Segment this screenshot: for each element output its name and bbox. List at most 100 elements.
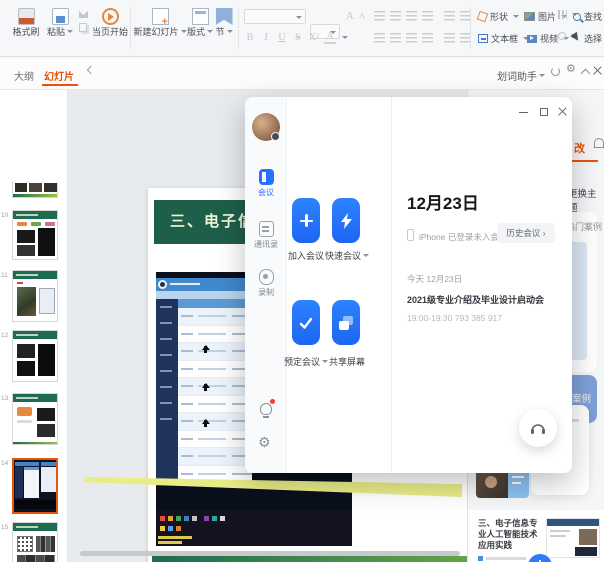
- new-slide-button[interactable]: + 新建幻灯片: [136, 8, 184, 37]
- slide-thumbnail-partial[interactable]: [12, 182, 58, 198]
- slide-thumbnail-12[interactable]: [12, 330, 58, 382]
- photo-block: [15, 183, 27, 192]
- play-from-current-button[interactable]: 当页开始: [92, 8, 128, 37]
- slide-number: 15: [1, 524, 11, 531]
- chart-icon: [558, 10, 567, 19]
- font-family-select[interactable]: [244, 9, 306, 24]
- horizontal-scrollbar[interactable]: [80, 551, 460, 556]
- nav-item: [156, 411, 178, 427]
- decrease-font-icon[interactable]: A: [356, 11, 368, 20]
- taskbar-icon: [160, 516, 165, 521]
- increase-indent-icon[interactable]: [422, 11, 433, 21]
- paste-button[interactable]: 粘贴: [46, 8, 74, 37]
- mini-table: [24, 467, 39, 498]
- slide-number: 11: [1, 272, 11, 279]
- quick-meeting-label: 快速会议: [321, 249, 373, 262]
- align-left-icon[interactable]: [374, 33, 385, 43]
- ribbon-toolbar: 格式刷 粘贴 当页开始 + 新建幻灯片 版式 节 A: [0, 0, 604, 57]
- collapse-ribbon-icon[interactable]: [581, 69, 591, 79]
- section-button[interactable]: 节: [214, 8, 234, 37]
- settings-gear-icon[interactable]: ⚙: [258, 435, 271, 449]
- slide-number: 13: [1, 395, 11, 402]
- shadow-button[interactable]: X²: [308, 32, 320, 43]
- settings-icon[interactable]: ⚙: [566, 64, 576, 75]
- justify-icon[interactable]: [422, 33, 433, 43]
- slide-thumbnail-panel: 10 11 12 13: [0, 90, 68, 562]
- panel-tab-label[interactable]: 改: [574, 140, 585, 156]
- sync-icon[interactable]: [551, 67, 560, 76]
- history-meetings-button[interactable]: 历史会议 ›: [497, 223, 555, 243]
- bullet-list-icon[interactable]: [374, 11, 385, 21]
- rail-item-recordings[interactable]: 录制: [245, 269, 287, 297]
- layout-button[interactable]: 版式: [186, 8, 214, 37]
- quick-meeting-button[interactable]: [332, 198, 360, 243]
- tips-icon[interactable]: [260, 403, 272, 415]
- nav-item: [156, 379, 178, 395]
- quick-meeting-caret: [363, 254, 369, 260]
- bold-button[interactable]: B: [244, 32, 256, 43]
- slide-thumbnail-10[interactable]: [12, 210, 58, 260]
- schedule-meeting-button[interactable]: [292, 300, 320, 345]
- tab-outline[interactable]: 大纲: [14, 68, 34, 83]
- collapse-thumbnails-icon[interactable]: [87, 66, 95, 74]
- slide-number: 12: [1, 332, 11, 339]
- columns-icon[interactable]: [444, 33, 455, 43]
- nav-item: [156, 395, 178, 411]
- font-color-button[interactable]: A: [324, 31, 336, 44]
- text-direction-icon[interactable]: [444, 11, 455, 21]
- device-status: iPhone 已登录未入会: [419, 231, 499, 243]
- support-float-button[interactable]: [519, 409, 557, 447]
- shape-button[interactable]: 形状: [478, 10, 519, 23]
- find-button[interactable]: 查找: [573, 10, 604, 23]
- photo-block: [17, 287, 36, 316]
- share-screen-button[interactable]: [332, 300, 360, 345]
- decrease-indent-icon[interactable]: [406, 11, 417, 21]
- tab-slides[interactable]: 幻灯片: [44, 68, 74, 83]
- recommendation-title: 三、电子信息专业人工智能技术应用实践: [478, 518, 542, 551]
- photo-block: [37, 424, 55, 437]
- change-theme-button[interactable]: 更换主题: [568, 186, 604, 214]
- event-title[interactable]: 2021级专业介绍及毕业设计启动会: [407, 293, 565, 306]
- meeting-left-rail: 会议 通讯录 录制 ⚙: [245, 97, 287, 473]
- slide-thumbnail-13[interactable]: [12, 393, 58, 445]
- slide-thumbnail-11[interactable]: [12, 270, 58, 322]
- font-family-caret: [296, 16, 302, 22]
- increase-font-icon[interactable]: A: [344, 11, 356, 22]
- underline-button[interactable]: U: [276, 32, 288, 43]
- format-painter-button[interactable]: 格式刷: [8, 8, 44, 37]
- cut-icon[interactable]: [79, 9, 88, 18]
- join-meeting-button[interactable]: [292, 198, 320, 243]
- textbox-icon: [478, 34, 488, 43]
- align-center-icon[interactable]: [390, 33, 401, 43]
- check-icon: [299, 316, 313, 330]
- photo-block: [29, 183, 42, 192]
- maximize-icon[interactable]: [540, 108, 548, 116]
- rail-item-contacts[interactable]: 通讯录: [245, 221, 287, 249]
- recommendation-card[interactable]: 三、电子信息专业人工智能技术应用实践: [468, 510, 604, 562]
- headset-icon: [529, 420, 547, 436]
- search-icon: [573, 13, 581, 21]
- panel-tab-underline: [568, 160, 598, 162]
- strikethrough-button[interactable]: S: [292, 32, 304, 43]
- person-icon[interactable]: [594, 138, 604, 148]
- slide-number: 10: [1, 212, 11, 219]
- phone-icon: [407, 229, 414, 241]
- numbered-list-icon[interactable]: [390, 11, 401, 21]
- picture-icon: [524, 12, 535, 21]
- assistant-caret: [539, 74, 545, 80]
- rail-item-meeting[interactable]: 会议: [245, 169, 287, 197]
- screenshot-left-nav: [156, 299, 178, 486]
- up-arrow-annotation: [204, 346, 207, 353]
- slide-thumbnail-15[interactable]: [12, 522, 58, 562]
- clipboard-mini-group: [77, 9, 89, 32]
- select-button[interactable]: 选择: [573, 32, 604, 45]
- copy-icon[interactable]: [79, 23, 87, 32]
- align-right-icon[interactable]: [406, 33, 417, 43]
- meeting-app-window[interactable]: 会议 通讯录 录制 ⚙ 加入会议 快速会议 预定会议: [245, 97, 572, 473]
- app-logo-icon: [158, 280, 167, 289]
- slide-thumbnail-14-selected[interactable]: [12, 458, 58, 514]
- textbox-button[interactable]: 文本框: [478, 32, 529, 45]
- italic-button[interactable]: I: [260, 32, 272, 43]
- assistant-dropdown[interactable]: 划词助手: [497, 68, 545, 83]
- minimize-icon[interactable]: [519, 112, 528, 113]
